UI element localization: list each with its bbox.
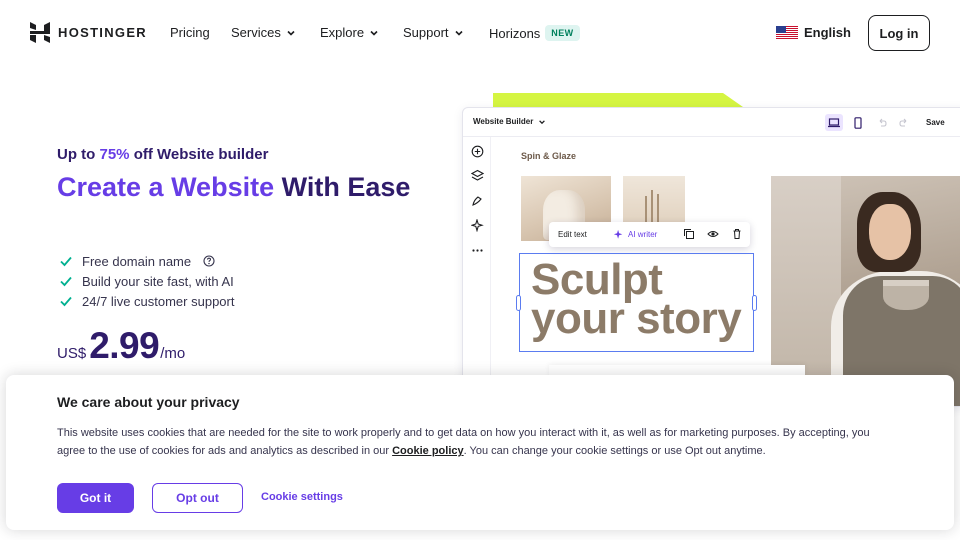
builder-title: Website Builder	[473, 117, 546, 126]
hostinger-logo-icon	[30, 22, 50, 43]
feature-list: Free domain name Build your site fast, w…	[59, 251, 234, 311]
cookie-text-after: . You can change your cookie settings or…	[463, 445, 766, 457]
nav-explore[interactable]: Explore	[320, 25, 379, 40]
cookie-settings-button[interactable]: Cookie settings	[261, 491, 343, 503]
styles-icon	[472, 196, 482, 206]
chevron-down-icon	[287, 30, 295, 36]
preview-headline-line2: your story	[531, 294, 742, 343]
language-label: English	[804, 25, 851, 40]
builder-title-label: Website Builder	[473, 117, 534, 126]
text-edit-toolbar: Edit text AI writer	[549, 222, 750, 247]
check-icon	[60, 256, 72, 267]
builder-toolbar: Website Builder Save	[463, 108, 960, 137]
us-flag-icon	[776, 26, 798, 39]
desktop-view-icon	[825, 114, 843, 131]
website-builder-preview: Website Builder Save Spin & Glaze Edit t…	[462, 107, 960, 407]
nav-support-label: Support	[403, 25, 449, 40]
ai-sparkle-icon	[613, 229, 623, 239]
hero-title-accent: Create a Website	[57, 172, 275, 202]
chevron-down-icon	[539, 119, 546, 124]
nav-support[interactable]: Support	[403, 25, 464, 40]
nav-pricing[interactable]: Pricing	[170, 25, 210, 40]
eyebrow-suffix: off Website builder	[129, 146, 269, 163]
edit-text-label: Edit text	[558, 230, 587, 239]
feature-item: Build your site fast, with AI	[59, 271, 234, 291]
more-options-icon	[472, 249, 483, 252]
login-button[interactable]: Log in	[868, 15, 930, 51]
site-name: Spin & Glaze	[521, 151, 577, 161]
cookie-banner: We care about your privacy This website …	[6, 375, 954, 530]
nav-services-label: Services	[231, 25, 281, 40]
new-badge: NEW	[545, 25, 580, 41]
layers-icon	[471, 169, 484, 181]
cookie-policy-link[interactable]: Cookie policy	[392, 445, 464, 457]
check-icon	[60, 276, 72, 287]
check-icon	[60, 296, 72, 307]
discount-percent: 75%	[99, 146, 130, 163]
mobile-view-icon	[849, 114, 867, 131]
undo-icon	[873, 114, 891, 131]
discount-eyebrow: Up to 75% off Website builder	[57, 146, 268, 163]
chevron-down-icon	[454, 30, 463, 36]
price-currency: US$	[57, 345, 87, 362]
selected-text-block: Sculpt your story	[516, 253, 757, 352]
cookie-title: We care about your privacy	[57, 394, 240, 410]
hero-title: Create a Website With Ease	[57, 172, 417, 202]
resize-handle-left	[516, 295, 521, 311]
trash-icon	[733, 229, 741, 239]
builder-side-tools	[463, 137, 491, 406]
ai-writer-label: AI writer	[628, 230, 658, 239]
builder-save-label: Save	[926, 118, 945, 127]
help-icon[interactable]	[203, 255, 215, 267]
language-selector[interactable]: English	[776, 25, 851, 40]
hostinger-logo[interactable]: HOSTINGER	[30, 22, 147, 43]
duplicate-icon	[684, 229, 694, 239]
top-navigation: HOSTINGER Pricing Services Explore Suppo…	[0, 0, 960, 66]
feature-item: Free domain name	[59, 251, 234, 271]
price-period: /mo	[160, 345, 186, 362]
feature-text: Free domain name	[82, 253, 192, 269]
feature-text: 24/7 live customer support	[82, 293, 235, 309]
nav-horizons[interactable]: Horizons NEW	[489, 25, 580, 41]
nav-explore-label: Explore	[320, 25, 365, 40]
ai-sparkle-icon	[471, 219, 484, 232]
price-display: US$ 2.99 /mo	[57, 325, 185, 367]
decorative-lime-stripe	[493, 93, 743, 107]
ai-writer-option: AI writer	[613, 229, 657, 240]
preview-headline: Sculpt your story	[531, 258, 742, 343]
brand-name: HOSTINGER	[58, 25, 147, 40]
eye-icon	[707, 231, 719, 237]
cookie-text: This website uses cookies that are neede…	[57, 424, 887, 460]
hero-title-rest: With Ease	[274, 172, 411, 202]
eyebrow-prefix: Up to	[57, 146, 100, 163]
opt-out-button[interactable]: Opt out	[152, 483, 243, 513]
nav-horizons-label: Horizons	[489, 25, 541, 41]
price-amount: 2.99	[89, 325, 160, 366]
nav-services[interactable]: Services	[231, 25, 296, 40]
accept-cookies-button[interactable]: Got it	[57, 483, 134, 513]
add-icon	[471, 145, 484, 158]
feature-item: 24/7 live customer support	[59, 291, 234, 311]
chevron-down-icon	[370, 30, 378, 36]
feature-text: Build your site fast, with AI	[82, 273, 234, 289]
nav-pricing-label: Pricing	[170, 25, 210, 40]
resize-handle-right	[752, 295, 757, 311]
redo-icon	[895, 114, 913, 131]
